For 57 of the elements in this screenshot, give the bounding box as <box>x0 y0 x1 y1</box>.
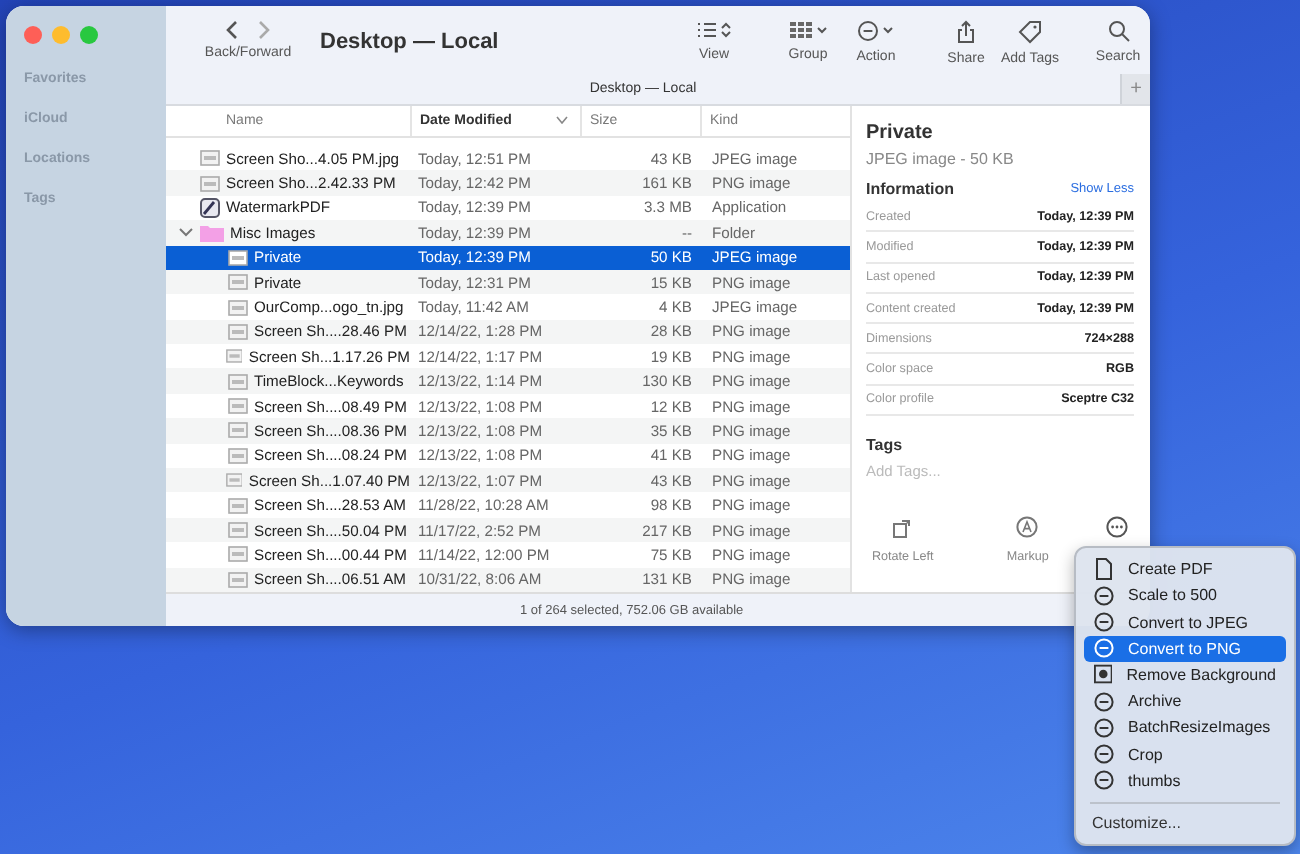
more-icon <box>1094 585 1114 606</box>
rotate-icon <box>891 516 914 539</box>
menu-item[interactable]: Remove Background <box>1084 661 1286 689</box>
image-file-icon <box>200 173 220 194</box>
image-file-icon <box>228 495 248 516</box>
more-icon <box>856 20 896 42</box>
more-icon <box>1094 770 1114 791</box>
more-icon <box>1106 516 1128 539</box>
image-file-icon <box>225 346 243 367</box>
more-icon <box>1094 744 1114 765</box>
image-file-icon <box>228 321 248 342</box>
image-file-icon <box>225 470 243 491</box>
menu-item[interactable]: Convert to PNG <box>1084 635 1286 662</box>
share-icon <box>956 20 976 44</box>
section-heading: Information <box>866 180 954 198</box>
grid-icon <box>788 20 828 40</box>
image-icon <box>1094 664 1113 685</box>
minimize-button[interactable] <box>52 26 70 44</box>
list-view-icon <box>696 20 732 40</box>
menu-item[interactable]: Convert to JPEG <box>1084 608 1286 636</box>
app-icon <box>200 197 220 218</box>
menu-item[interactable]: thumbs <box>1084 767 1286 794</box>
image-file-icon <box>228 420 248 441</box>
image-file-icon <box>228 272 248 293</box>
more-icon <box>1094 717 1114 738</box>
tag-icon <box>1018 20 1042 44</box>
back-icon[interactable] <box>224 20 240 40</box>
preview-title: Private <box>866 122 935 144</box>
image-file-icon <box>228 520 248 541</box>
zoom-button[interactable] <box>80 26 98 44</box>
disclosure-icon[interactable] <box>178 226 194 239</box>
menu-item[interactable]: Scale to 500 <box>1084 582 1286 609</box>
image-file-icon <box>228 297 248 317</box>
menu-item[interactable]: Archive <box>1084 688 1286 715</box>
menu-item[interactable]: Customize... <box>1084 809 1286 836</box>
chevron-icon <box>556 116 568 125</box>
markup-icon <box>1016 516 1039 539</box>
image-file-icon <box>228 396 248 417</box>
menu-item[interactable]: BatchResizeImages <box>1084 714 1286 741</box>
close-button[interactable] <box>24 26 42 44</box>
more-icon <box>1094 638 1114 659</box>
menu-item[interactable]: Crop <box>1084 740 1286 768</box>
more-icon <box>1094 691 1114 712</box>
menu-item[interactable]: Create PDF <box>1084 556 1286 583</box>
window-title: Desktop — Local <box>320 30 499 54</box>
image-file-icon <box>228 247 248 268</box>
image-file-icon <box>228 569 248 590</box>
document-icon <box>1094 558 1114 581</box>
more-icon <box>1094 612 1114 632</box>
search-icon <box>1107 20 1129 42</box>
image-file-icon <box>228 445 248 466</box>
preview-subtitle: JPEG image - 50 KB <box>866 150 1016 168</box>
image-file-icon <box>228 371 248 392</box>
forward-icon[interactable] <box>256 20 272 40</box>
section-heading: Tags <box>866 436 905 455</box>
image-file-icon <box>200 148 220 169</box>
image-file-icon <box>228 544 248 565</box>
